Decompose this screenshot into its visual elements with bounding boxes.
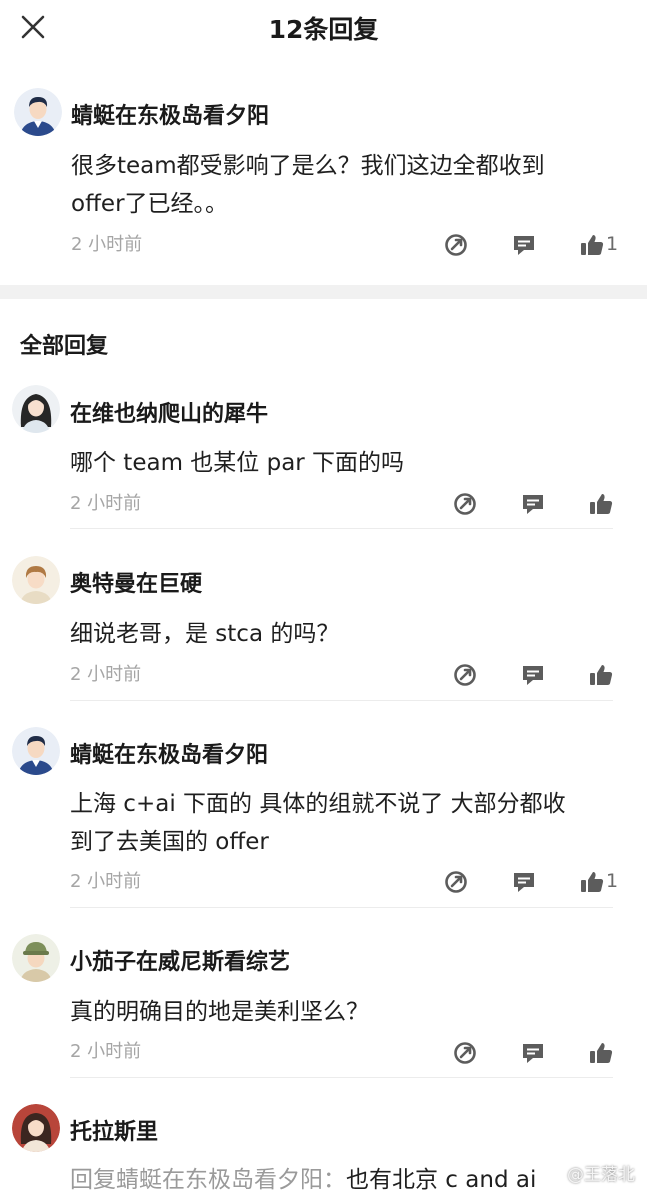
like-button[interactable]	[588, 1040, 614, 1066]
share-button[interactable]	[443, 869, 469, 895]
avatar-woman-icon	[12, 385, 60, 433]
reply-text-line: 到了去美国的 offer	[70, 829, 269, 855]
avatar[interactable]	[12, 934, 60, 982]
share-icon	[454, 1042, 476, 1064]
share-button[interactable]	[452, 491, 478, 517]
avatar-girl-icon	[12, 1104, 60, 1152]
like-count: 1	[606, 870, 619, 892]
like-count: 1	[606, 233, 619, 255]
avatar[interactable]	[12, 1104, 60, 1152]
comment-button[interactable]	[520, 1040, 546, 1066]
reply-timestamp: 2 小时前	[70, 664, 142, 685]
thumbs-up-icon	[590, 1043, 613, 1063]
comment-button[interactable]	[511, 869, 537, 895]
section-title: 全部回复	[20, 334, 109, 359]
reply-separator	[70, 907, 613, 908]
like-button[interactable]	[588, 662, 614, 688]
avatar-man-icon	[12, 727, 60, 775]
avatar[interactable]	[12, 556, 60, 604]
reply-text-line: 细说老哥，是 stca 的吗？	[70, 621, 340, 647]
comment-icon	[523, 1044, 543, 1063]
comment-button[interactable]	[511, 232, 537, 258]
reply-username[interactable]: 在维也纳爬山的犀牛	[70, 396, 268, 428]
reply-body: 也有北京 c and ai	[346, 1167, 537, 1192]
comment-icon	[523, 495, 543, 514]
share-button[interactable]	[452, 662, 478, 688]
reply-to-prefix[interactable]: 回复蜻蜓在东极岛看夕阳：	[70, 1167, 346, 1192]
watermark: @王落北	[567, 1165, 635, 1185]
avatar[interactable]	[12, 385, 60, 433]
reply-text-line: 上海 c+ai 下面的 具体的组就不说了 大部分都收	[70, 791, 566, 817]
reply-username[interactable]: 小茄子在威尼斯看综艺	[70, 944, 290, 976]
avatar-man-icon	[14, 88, 62, 136]
comment-text-line: offer了已经。。	[71, 191, 229, 217]
reply-text-line: 真的明确目的地是美利坚么？	[70, 999, 369, 1025]
reply-separator	[70, 700, 613, 701]
like-button[interactable]	[588, 491, 614, 517]
share-icon	[445, 234, 467, 256]
thumbs-up-icon	[581, 235, 604, 255]
like-button[interactable]	[579, 232, 605, 258]
reply-timestamp: 2 小时前	[70, 1041, 142, 1062]
comment-icon	[523, 666, 543, 685]
thumbs-up-icon	[581, 872, 604, 892]
share-icon	[445, 871, 467, 893]
comment-icon	[514, 873, 534, 892]
page-title: 12条回复	[268, 15, 379, 44]
comment-button[interactable]	[520, 491, 546, 517]
like-button[interactable]	[579, 869, 605, 895]
comment-username[interactable]: 蜻蜓在东极岛看夕阳	[71, 98, 269, 130]
header-bar: 12条回复	[0, 0, 647, 54]
avatar[interactable]	[12, 727, 60, 775]
thumbs-up-icon	[590, 665, 613, 685]
reply-separator	[70, 1077, 613, 1078]
reply-username[interactable]: 蜻蜓在东极岛看夕阳	[70, 737, 268, 769]
share-button[interactable]	[452, 1040, 478, 1066]
section-divider	[0, 285, 647, 299]
thumbs-up-icon	[590, 494, 613, 514]
comment-timestamp: 2 小时前	[71, 234, 143, 255]
share-button[interactable]	[443, 232, 469, 258]
reply-username[interactable]: 托拉斯里	[70, 1114, 158, 1146]
reply-timestamp: 2 小时前	[70, 493, 142, 514]
avatar-hat-icon	[12, 934, 60, 982]
comment-icon	[514, 236, 534, 255]
comment-text-line: 很多team都受影响了是么？我们这边全都收到	[71, 153, 545, 179]
reply-timestamp: 2 小时前	[70, 871, 142, 892]
share-icon	[454, 664, 476, 686]
reply-username[interactable]: 奥特曼在巨硬	[70, 566, 202, 598]
comment-button[interactable]	[520, 662, 546, 688]
reply-text-line: 哪个 team 也某位 par 下面的吗	[70, 450, 405, 476]
share-icon	[454, 493, 476, 515]
avatar-boy-icon	[12, 556, 60, 604]
reply-text-line: 回复蜻蜓在东极岛看夕阳：也有北京 c and ai	[70, 1162, 536, 1192]
avatar[interactable]	[14, 88, 62, 136]
reply-separator	[70, 528, 613, 529]
